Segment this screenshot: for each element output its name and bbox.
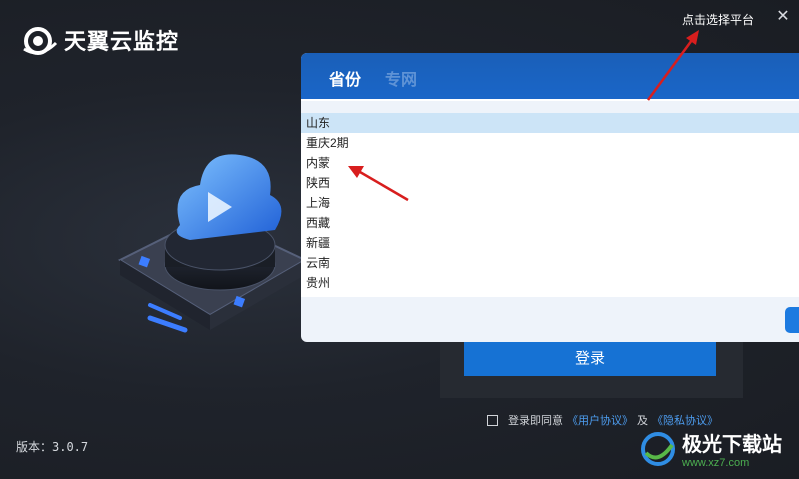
tab-divider xyxy=(301,99,799,101)
watermark: 极光下载站 www.xz7.com xyxy=(640,428,782,469)
tab-province[interactable]: 省份 xyxy=(329,66,361,99)
privacy-agreement-link[interactable]: 《隐私协议》 xyxy=(652,412,718,428)
app-title: 天翼云监控 xyxy=(64,29,180,54)
platform-tabs: 省份 专网 xyxy=(301,53,799,99)
list-item-province[interactable]: 陕西 xyxy=(301,173,799,193)
province-list[interactable]: 山东 重庆2期 内蒙 陕西 上海 西藏 新疆 云南 贵州 xyxy=(301,113,799,297)
login-button[interactable]: 登录 xyxy=(464,340,716,376)
list-item-province[interactable]: 内蒙 xyxy=(301,153,799,173)
confirm-side-button[interactable] xyxy=(785,307,799,333)
platform-dropdown: 省份 专网 山东 重庆2期 内蒙 陕西 上海 西藏 新疆 云南 贵州 xyxy=(301,53,799,342)
list-item-province[interactable]: 云南 xyxy=(301,253,799,273)
close-icon: ✕ xyxy=(776,8,790,25)
list-item-province[interactable]: 重庆2期 xyxy=(301,133,799,153)
cloud-logo-icon xyxy=(23,27,58,55)
list-item-province[interactable]: 贵州 xyxy=(301,273,799,293)
cloud-camera-illustration xyxy=(117,154,308,333)
watermark-title: 极光下载站 xyxy=(682,434,782,456)
user-agreement-link[interactable]: 《用户协议》 xyxy=(567,412,633,428)
watermark-logo-icon xyxy=(641,431,675,466)
select-platform-hint: 点击选择平台 xyxy=(682,13,755,27)
close-button[interactable]: ✕ xyxy=(773,7,793,27)
agreement-row: 登录即同意 《用户协议》 及 《隐私协议》 xyxy=(487,412,718,428)
agreement-prefix: 登录即同意 xyxy=(508,415,563,427)
agreement-joiner: 及 xyxy=(637,415,648,427)
agree-checkbox[interactable] xyxy=(487,414,498,426)
version-label: 版本：3.0.7 xyxy=(16,440,89,454)
list-item-province[interactable]: 上海 xyxy=(301,193,799,213)
list-item-province[interactable]: 山东 xyxy=(301,113,799,133)
list-item-province[interactable]: 新疆 xyxy=(301,233,799,253)
list-item-province[interactable]: 西藏 xyxy=(301,213,799,233)
watermark-url: www.xz7.com xyxy=(682,457,750,469)
app-logo: 天翼云监控 xyxy=(22,24,179,56)
tab-private-network[interactable]: 专网 xyxy=(385,66,417,99)
